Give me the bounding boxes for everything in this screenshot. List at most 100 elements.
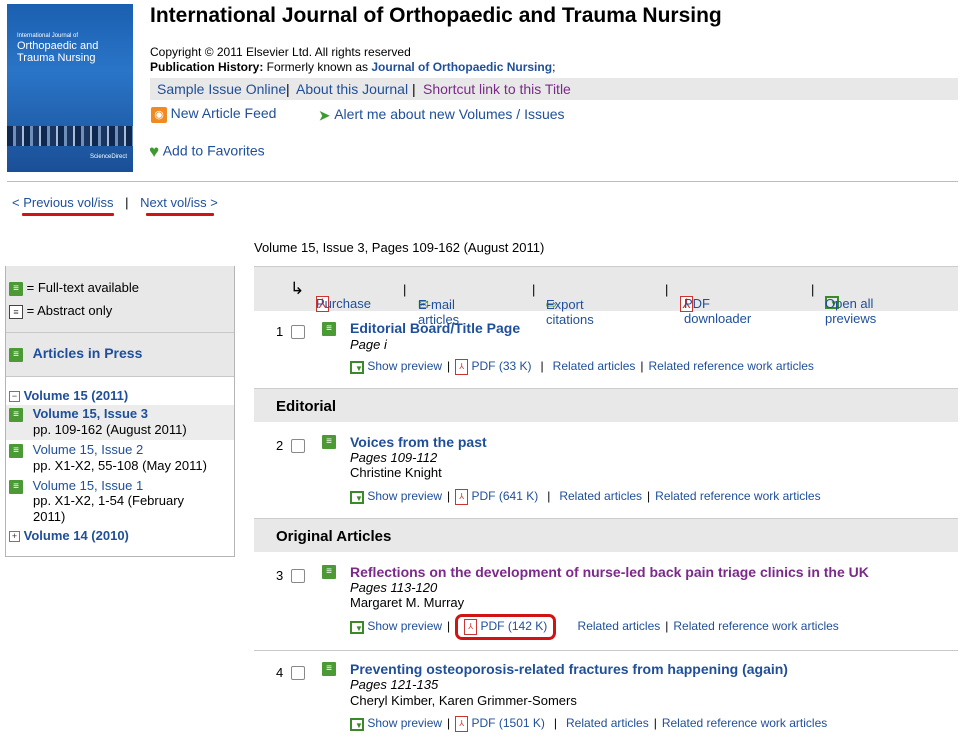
article-checkbox[interactable] [291, 439, 305, 453]
copyright-text: Copyright © 2011 Elsevier Ltd. All right… [150, 45, 411, 59]
pdf-icon: ⅄ [455, 716, 469, 732]
alert-bird-icon: ➤ [318, 107, 331, 125]
article-row: 2 ≡ Voices from the past Pages 109-112 C… [254, 422, 958, 517]
article-pages: Pages 113-120 [350, 580, 438, 595]
related-articles-link[interactable]: Related articles [559, 489, 642, 503]
preview-icon [350, 620, 364, 634]
issue-pages-3: pp. 109-162 (August 2011) [33, 422, 187, 437]
full-text-icon: ≡ [322, 435, 336, 449]
full-text-icon: ≡ [9, 281, 23, 296]
article-row: 4 ≡ Preventing osteoporosis-related frac… [254, 651, 958, 738]
about-journal-link[interactable]: About this Journal [296, 81, 408, 97]
article-pages: Pages 109-112 [350, 450, 438, 465]
journal-link-bar: Sample Issue Online | About this Journal… [150, 78, 958, 100]
article-authors: Margaret M. Murray [350, 595, 465, 610]
sample-issue-link[interactable]: Sample Issue Online [157, 81, 286, 97]
collapse-icon: − [9, 391, 20, 403]
article-actions: Show preview|⅄ PDF (641 K)|Related artic… [350, 489, 821, 505]
article-checkbox[interactable] [291, 666, 305, 680]
rss-feed-link[interactable]: ◉ New Article Feed [151, 105, 276, 123]
article-checkbox[interactable] [291, 325, 305, 339]
annotation-underline-next [146, 213, 214, 216]
arrow-down-icon: ↳ [290, 279, 305, 298]
issue-pages-2: pp. X1-X2, 55-108 (May 2011) [33, 458, 207, 473]
journal-title: International Journal of Orthopaedic and… [150, 4, 722, 27]
full-text-icon: ≡ [322, 565, 336, 579]
article-title[interactable]: Preventing osteoporosis-related fracture… [350, 661, 788, 677]
preview-icon [350, 717, 364, 731]
article-title[interactable]: Voices from the past [350, 434, 487, 450]
section-editorial: Editorial [254, 388, 958, 422]
articles-in-press-link[interactable]: ≡ Articles in Press [9, 345, 142, 362]
full-text-icon: ≡ [9, 443, 23, 458]
issue-item-2[interactable]: ≡ Volume 15, Issue 2 [9, 442, 143, 458]
pdf-link[interactable]: ⅄ PDF (33 K) [455, 359, 532, 375]
pdf-link[interactable]: ⅄ PDF (641 K) [455, 489, 538, 505]
related-reference-link[interactable]: Related reference work articles [649, 359, 814, 373]
expand-icon: + [9, 531, 20, 543]
full-text-icon: ≡ [9, 407, 23, 422]
next-issue-link[interactable]: Next vol/iss > [140, 195, 218, 210]
header-divider [7, 181, 958, 182]
issue-item-3[interactable]: ≡ Volume 15, Issue 3 [9, 406, 148, 422]
cover-title: International Journal of Orthopaedic and… [17, 33, 99, 64]
issue-header: Volume 15, Issue 3, Pages 109-162 (Augus… [254, 240, 545, 255]
issue-pages-1: pp. X1-X2, 1-54 (February [33, 493, 185, 508]
previous-issue-link[interactable]: < Previous vol/iss [12, 195, 114, 210]
former-journal-link[interactable]: Journal of Orthopaedic Nursing [371, 60, 552, 74]
cover-image-band [7, 126, 133, 146]
annotation-underline-prev [22, 213, 114, 216]
article-authors: Christine Knight [350, 465, 442, 480]
rss-icon: ◉ [151, 106, 167, 123]
article-row: 3 ≡ Reflections on the development of nu… [254, 552, 958, 648]
pdf-icon: ⅄ [455, 359, 469, 375]
show-preview-button[interactable]: Show preview [350, 359, 442, 374]
full-text-icon: ≡ [9, 479, 23, 494]
related-reference-link[interactable]: Related reference work articles [673, 619, 838, 633]
volume-14-toggle[interactable]: + Volume 14 (2010) [9, 528, 129, 543]
article-actions: Show preview|⅄ PDF (1501 K)|Related arti… [350, 716, 827, 732]
article-row: 1 ≡ Editorial Board/Title Page Page i Sh… [254, 310, 958, 386]
article-toolbar: ↳ ⅄ Purchase | ✉ E-mail articles | ⇨ Exp… [254, 266, 958, 327]
journal-cover[interactable]: International Journal of Orthopaedic and… [7, 4, 133, 172]
section-original-articles: Original Articles [254, 518, 958, 552]
show-preview-button[interactable]: Show preview [350, 489, 442, 504]
heart-icon: ♥ [149, 142, 160, 161]
volume-15-toggle[interactable]: − Volume 15 (2011) [9, 388, 128, 403]
legend-abstract: ≡ = Abstract only [9, 303, 112, 319]
legend-full-text: ≡ = Full-text available [9, 280, 139, 296]
article-title[interactable]: Reflections on the development of nurse-… [350, 564, 869, 580]
related-reference-link[interactable]: Related reference work articles [662, 716, 827, 730]
abstract-icon: ≡ [9, 304, 23, 319]
article-checkbox[interactable] [291, 569, 305, 583]
show-preview-button[interactable]: Show preview [350, 619, 442, 634]
article-actions: Show preview|⅄ PDF (33 K)|Related articl… [350, 359, 814, 375]
pdf-icon: ⅄ [455, 489, 469, 505]
sidebar: ≡ = Full-text available ≡ = Abstract onl… [5, 266, 235, 557]
preview-icon [350, 490, 364, 504]
shortcut-link[interactable]: Shortcut link to this Title [423, 81, 571, 97]
related-articles-link[interactable]: Related articles [578, 619, 661, 633]
full-text-icon: ≡ [9, 347, 23, 362]
preview-icon [350, 360, 364, 374]
article-authors: Cheryl Kimber, Karen Grimmer-Somers [350, 693, 577, 708]
cover-publisher: ScienceDirect [89, 154, 127, 160]
pdf-link[interactable]: ⅄ PDF (1501 K) [455, 716, 545, 732]
article-pages: Page i [350, 337, 387, 352]
article-title[interactable]: Editorial Board/Title Page [350, 320, 520, 336]
related-articles-link[interactable]: Related articles [553, 359, 636, 373]
article-actions: Show preview|⅄ PDF (142 K) Related artic… [350, 614, 839, 640]
issue-item-1[interactable]: ≡ Volume 15, Issue 1 [9, 478, 143, 494]
article-pages: Pages 121-135 [350, 677, 439, 692]
show-preview-button[interactable]: Show preview [350, 716, 442, 731]
pdf-link[interactable]: ⅄ PDF (142 K) [455, 614, 557, 640]
full-text-icon: ≡ [322, 662, 336, 676]
related-articles-link[interactable]: Related articles [566, 716, 649, 730]
legend-panel [6, 266, 234, 332]
related-reference-link[interactable]: Related reference work articles [655, 489, 820, 503]
issue-pages-1-cont: 2011) [33, 509, 66, 524]
pdf-icon: ⅄ [464, 619, 478, 635]
alert-link[interactable]: ➤ Alert me about new Volumes / Issues [318, 106, 565, 125]
add-favorites-link[interactable]: ♥ Add to Favorites [149, 142, 265, 162]
publication-history: Publication History: Formerly known as J… [150, 60, 556, 74]
